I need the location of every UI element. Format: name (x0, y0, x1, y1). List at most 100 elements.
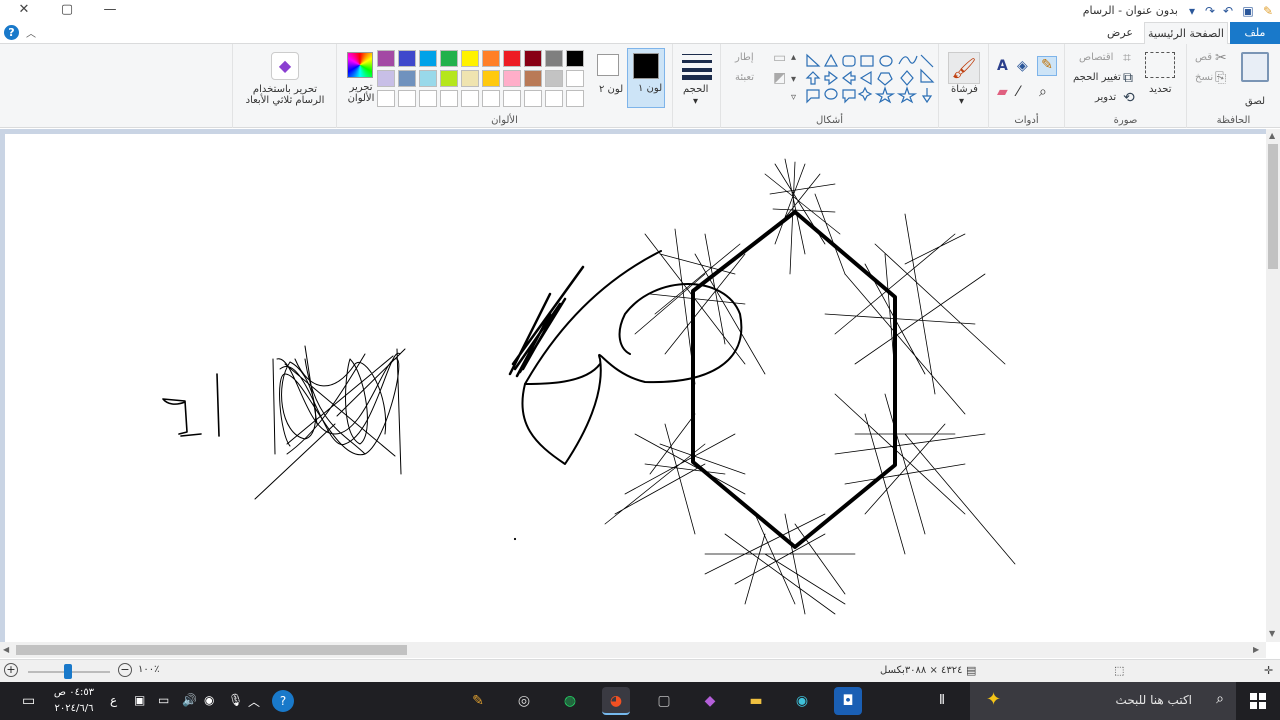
horizontal-scrollbar[interactable]: ◀ ▶ (0, 642, 1266, 658)
select-icon[interactable] (1145, 52, 1175, 78)
custom-color-slot[interactable] (524, 90, 542, 107)
palette-swatch[interactable] (419, 70, 437, 87)
show-hidden-icons-icon[interactable]: ︿ (248, 693, 260, 710)
palette-swatch[interactable] (524, 70, 542, 87)
palette-swatch[interactable] (482, 50, 500, 67)
custom-color-slot[interactable] (566, 90, 584, 107)
drawing-canvas[interactable] (5, 134, 1266, 642)
custom-color-slot[interactable] (440, 90, 458, 107)
scroll-right-icon[interactable]: ▶ (1253, 645, 1259, 654)
custom-color-slot[interactable] (461, 90, 479, 107)
custom-color-slot[interactable] (503, 90, 521, 107)
help-icon[interactable]: ? (4, 25, 19, 40)
rotate-button[interactable]: تدوير (1095, 92, 1116, 103)
save-icon[interactable]: ▣ (1240, 3, 1256, 19)
tab-home[interactable]: الصفحة الرئيسية (1144, 22, 1228, 45)
copy-button[interactable]: نسخ (1195, 72, 1213, 83)
shapes-more-icon[interactable]: ▿ (791, 92, 796, 103)
shapes-scroll-down-icon[interactable]: ▾ (791, 74, 796, 85)
resize-button[interactable]: تغيير الحجم (1073, 72, 1121, 83)
shapes-gallery[interactable] (797, 52, 937, 110)
palette-swatch[interactable] (524, 50, 542, 67)
taskbar-search-box[interactable]: ⌕ اكتب هنا للبحث ✦ (970, 682, 1236, 720)
paint3d-button[interactable]: تحرير باستخدام الرسام ثلاثي الأبعاد (239, 84, 331, 106)
palette-swatch[interactable] (545, 50, 563, 67)
select-button[interactable]: تحديد (1149, 84, 1172, 95)
palette-swatch[interactable] (377, 50, 395, 67)
outline-icon[interactable]: ▭ (773, 50, 786, 66)
scroll-left-icon[interactable]: ◀ (3, 645, 9, 654)
cut-icon[interactable]: ✂ (1215, 50, 1227, 66)
custom-color-slot[interactable] (482, 90, 500, 107)
tab-file[interactable]: ملف (1230, 22, 1280, 44)
brushes-dropdown-icon[interactable]: ▾ (959, 96, 964, 107)
brushes-button[interactable]: فرشاة (951, 84, 978, 95)
vertical-scroll-thumb[interactable] (1268, 144, 1278, 269)
microphone-icon[interactable]: 🎙 (228, 693, 243, 707)
network-icon[interactable]: ▣ (134, 693, 145, 707)
undo-icon[interactable]: ↶ (1220, 3, 1236, 19)
zoom-slider-thumb[interactable] (64, 664, 72, 679)
chrome-icon[interactable]: ◕ (602, 687, 630, 715)
taskbar-clock[interactable]: ٠٤:٥٣ ص ٢٠٢٤/٦/٦ (52, 685, 96, 717)
task-view-icon[interactable]: ⫴ (928, 687, 956, 715)
palette-swatch[interactable] (503, 70, 521, 87)
palette-swatch[interactable] (566, 70, 584, 87)
palette-swatch[interactable] (503, 50, 521, 67)
cut-button[interactable]: قص (1195, 52, 1212, 63)
camera-icon[interactable]: ◉ (204, 693, 214, 707)
color1-selector[interactable]: لون ١ (627, 48, 665, 108)
notifications-icon[interactable]: ▭ (22, 693, 35, 709)
whatsapp-icon[interactable]: ◍ (556, 687, 584, 715)
palette-swatch[interactable] (419, 50, 437, 67)
copy-icon[interactable]: ⎘ (1215, 70, 1226, 86)
palette-swatch[interactable] (545, 70, 563, 87)
magnifier-icon[interactable]: ⌕ (1039, 84, 1047, 100)
palette-swatch[interactable] (461, 70, 479, 87)
help-tray-icon[interactable]: ? (272, 690, 294, 712)
paste-button[interactable]: لصق (1245, 96, 1265, 107)
redo-icon[interactable]: ↷ (1202, 3, 1218, 19)
horizontal-scroll-thumb[interactable] (16, 645, 407, 655)
edit-colors-button[interactable]: تحرير الألوان (343, 82, 379, 104)
palette-swatch[interactable] (440, 50, 458, 67)
size-dropdown-icon[interactable]: ▾ (693, 96, 698, 107)
close-icon[interactable]: ✕ (4, 0, 44, 20)
palette-swatch[interactable] (566, 50, 584, 67)
minimize-icon[interactable]: — (90, 0, 130, 20)
zoom-in-icon[interactable]: + (4, 663, 18, 677)
custom-color-slot[interactable] (377, 90, 395, 107)
palette-swatch[interactable] (377, 70, 395, 87)
windows-start-icon[interactable] (1250, 693, 1266, 709)
custom-color-slot[interactable] (398, 90, 416, 107)
scroll-up-icon[interactable]: ▲ (1269, 131, 1275, 140)
pencil-icon[interactable]: ✎ (1037, 56, 1057, 76)
rotate-icon[interactable]: ⟲ (1123, 90, 1135, 106)
volume-icon[interactable]: 🔊 (182, 693, 197, 707)
custom-color-slot[interactable] (545, 90, 563, 107)
palette-swatch[interactable] (461, 50, 479, 67)
color2-selector[interactable]: لون ٢ (593, 52, 623, 108)
paint-taskbar-icon[interactable]: ✎ (464, 687, 492, 715)
custom-color-slot[interactable] (419, 90, 437, 107)
battery-icon[interactable]: ▭ (158, 693, 169, 707)
palette-swatch[interactable] (440, 70, 458, 87)
palette-swatch[interactable] (398, 70, 416, 87)
crop-button[interactable]: اقتصاص (1079, 52, 1113, 63)
scroll-down-icon[interactable]: ▼ (1269, 629, 1275, 638)
eraser-icon[interactable]: ▰ (997, 84, 1008, 100)
file-explorer-icon[interactable]: ▬ (742, 687, 770, 715)
vertical-scrollbar[interactable]: ▲ ▼ (1266, 129, 1280, 642)
qat-dropdown-icon[interactable]: ▾ (1184, 3, 1200, 19)
fill-icon[interactable]: ◈ (1017, 58, 1028, 74)
keyboard-language[interactable]: ع (110, 693, 117, 707)
fill-shape-icon[interactable]: ◩ (773, 70, 786, 86)
crop-icon[interactable]: ⌗ (1123, 50, 1131, 66)
size-button[interactable]: الحجم (683, 84, 708, 95)
fill-button[interactable]: تعبئة (735, 72, 754, 83)
collapse-ribbon-icon[interactable]: ︿ (26, 25, 36, 40)
palette-swatch[interactable] (482, 70, 500, 87)
paint3d-icon[interactable]: ◆ (271, 52, 299, 80)
resize-icon[interactable]: ⧉ (1123, 70, 1133, 86)
edit-colors-icon[interactable] (347, 52, 373, 78)
